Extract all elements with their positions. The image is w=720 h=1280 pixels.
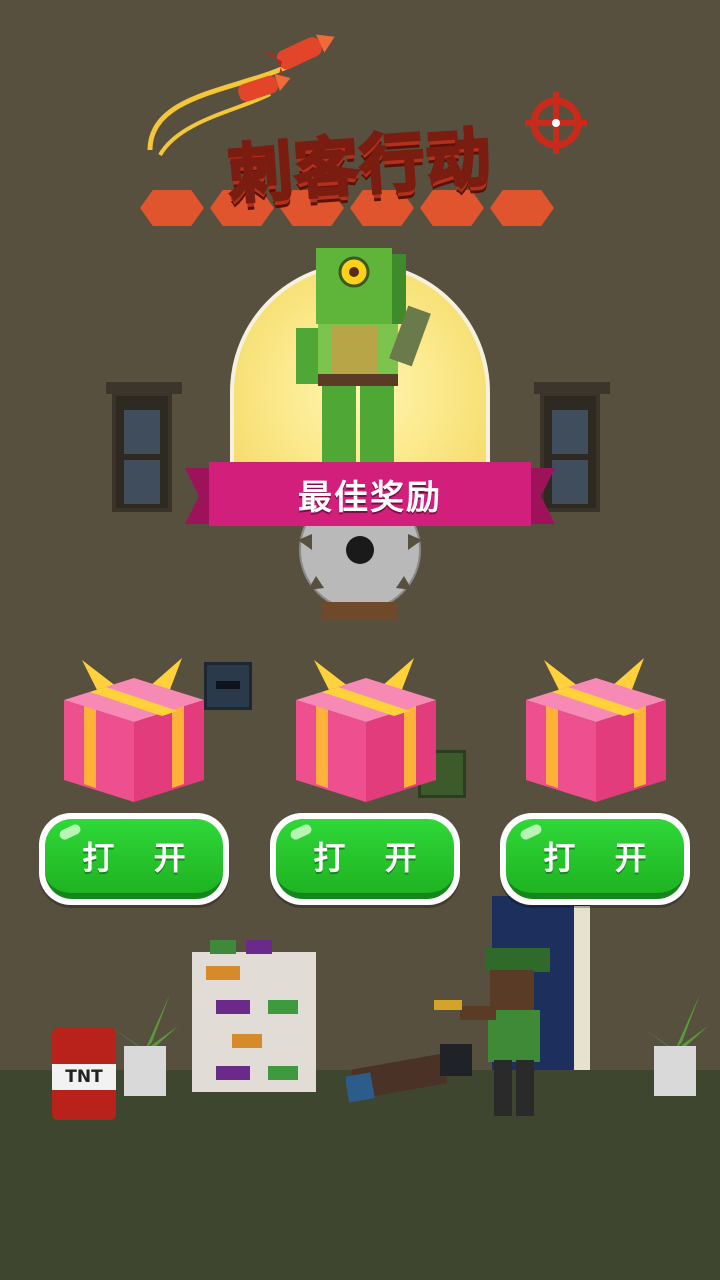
open-gift-button-3[interactable]: 打 开: [500, 813, 690, 905]
open-gift-label: 打 开: [313, 839, 431, 877]
wall-frame-blue: [204, 662, 252, 710]
guard-character: [434, 948, 550, 1116]
crosshair-icon: [525, 92, 587, 154]
reward-banner-label: 最佳奖励: [298, 478, 442, 518]
gift-box-icon[interactable]: [294, 656, 438, 804]
open-gift-button-2[interactable]: 打 开: [270, 813, 460, 905]
gift-box-icon[interactable]: [524, 656, 668, 804]
open-gift-label: 打 开: [543, 839, 661, 877]
gift-box-icon[interactable]: [62, 656, 206, 804]
scene-shelf: [192, 952, 316, 1092]
scene-book: [246, 940, 272, 954]
reward-banner: 最佳奖励: [185, 462, 555, 530]
potted-plant-left: [112, 994, 178, 1096]
wall-window-left: [106, 382, 182, 512]
reward-character: [296, 248, 431, 464]
potted-plant-right: [642, 994, 708, 1096]
tnt-icon: TNT: [52, 1028, 116, 1120]
open-gift-label: 打 开: [82, 839, 200, 877]
game-logo: 刺客行动: [130, 30, 600, 230]
open-gift-button-1[interactable]: 打 开: [39, 813, 229, 905]
scene-book: [210, 940, 236, 954]
